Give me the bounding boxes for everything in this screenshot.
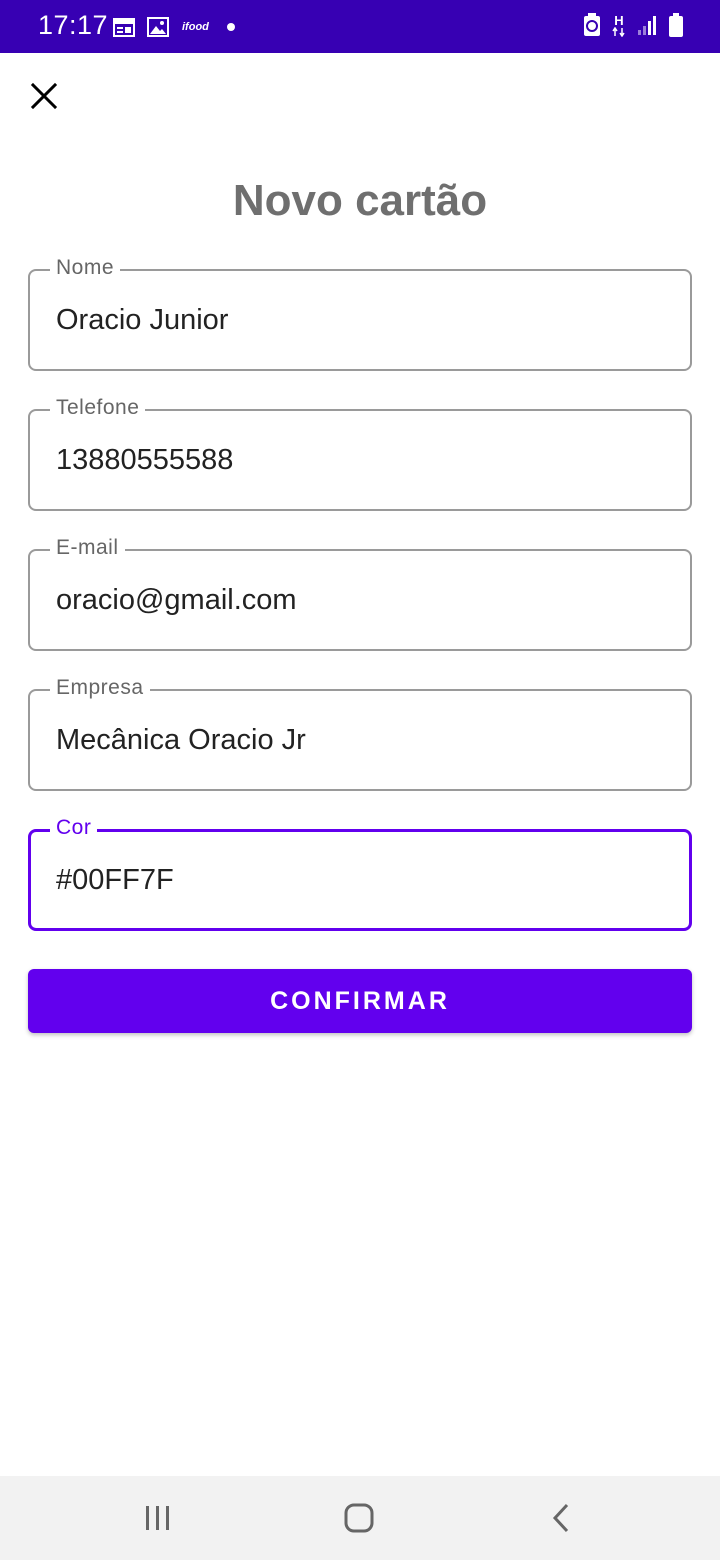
color-input[interactable] [56,859,656,901]
back-icon [552,1503,569,1533]
color-field[interactable]: Cor [28,816,692,931]
confirm-button[interactable]: CONFIRMAR [28,969,692,1033]
status-right-icons: H [582,12,684,38]
battery-icon [668,12,684,38]
phone-field[interactable]: Telefone [28,396,692,511]
status-left-icons: ifood [112,14,235,40]
phone-field-label: Telefone [50,396,146,420]
signal-icon [636,12,658,38]
battery-saver-icon [582,12,602,38]
image-icon [146,14,170,40]
company-field[interactable]: Empresa [28,676,692,791]
ifood-icon: ifood [182,21,209,33]
email-field-label: E-mail [50,536,125,560]
email-input[interactable] [56,579,656,621]
screen: 17:17 ifood H Novo cartão Nome Oracio Ju… [0,0,720,1560]
back-button[interactable] [539,1498,583,1538]
page-title: Novo cartão [232,176,488,225]
email-field[interactable]: E-mail [28,536,692,651]
recent-apps-button[interactable] [136,1498,180,1538]
name-field-label: Nome [50,256,121,280]
network-type-label: H [614,12,624,28]
company-field-label: Empresa [50,676,150,700]
close-icon [30,82,58,110]
name-field[interactable]: Nome [28,256,692,371]
status-bar: 17:17 ifood H [0,0,720,53]
close-button[interactable] [26,78,62,114]
notification-dot [226,23,235,31]
home-button[interactable] [337,1498,381,1538]
status-time: 17:17 [38,10,109,40]
navigation-bar [0,1476,720,1560]
recent-apps-icon [146,1506,169,1530]
phone-input[interactable] [56,439,656,481]
network-h-icon: H [612,12,626,38]
calendar-icon [112,14,136,40]
color-field-label: Cor [50,816,98,840]
company-input[interactable] [56,719,656,761]
home-icon [344,1503,374,1533]
name-input[interactable] [56,299,656,341]
